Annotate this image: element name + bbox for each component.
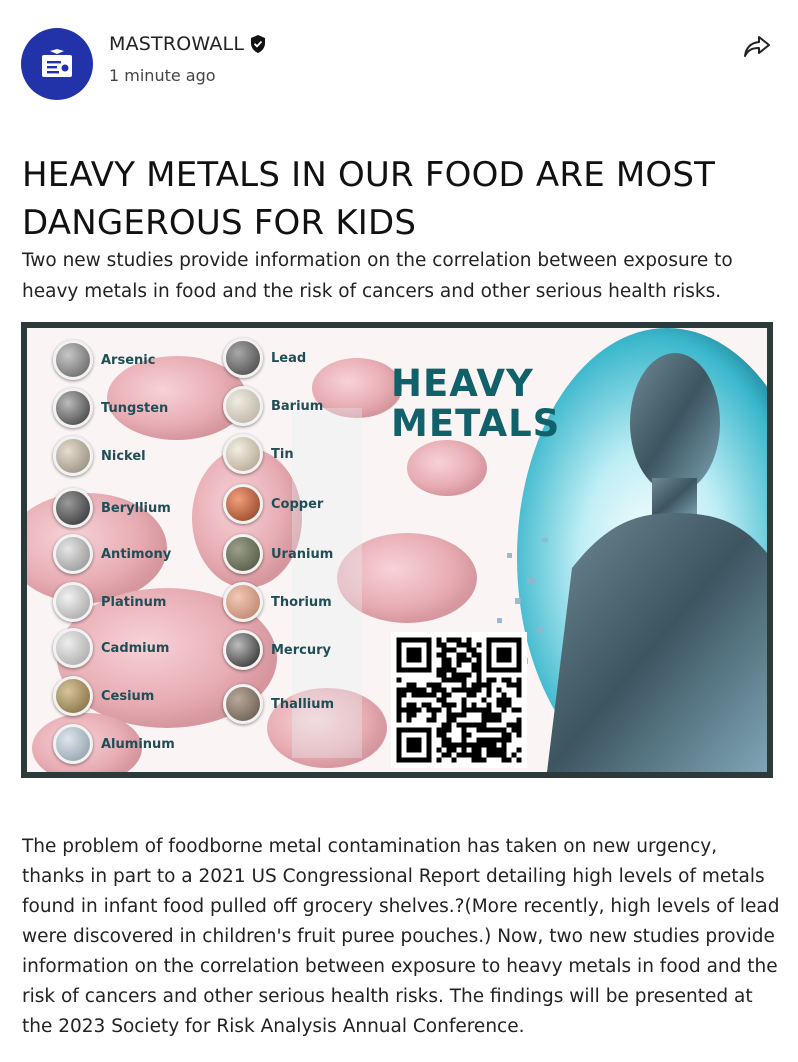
metal-label: Nickel bbox=[101, 448, 146, 464]
metal-item-aluminum: Aluminum bbox=[53, 724, 175, 764]
post-timestamp: 1 minute ago bbox=[109, 66, 216, 85]
thallium-sample-icon bbox=[223, 684, 263, 724]
thorium-sample-icon bbox=[223, 582, 263, 622]
metal-item-nickel: Nickel bbox=[53, 436, 146, 476]
metal-item-thallium: Thallium bbox=[223, 684, 334, 724]
tin-sample-icon bbox=[223, 434, 263, 474]
metal-label: Cadmium bbox=[101, 640, 170, 656]
copper-sample-icon bbox=[223, 484, 263, 524]
antimony-sample-icon bbox=[53, 534, 93, 574]
share-button[interactable] bbox=[742, 34, 772, 60]
aluminum-sample-icon bbox=[53, 724, 93, 764]
metal-item-cesium: Cesium bbox=[53, 676, 154, 716]
arsenic-sample-icon bbox=[53, 340, 93, 380]
uranium-sample-icon bbox=[223, 534, 263, 574]
metal-item-tin: Tin bbox=[223, 434, 294, 474]
metal-label: Lead bbox=[271, 350, 307, 366]
cadmium-sample-icon bbox=[53, 628, 93, 668]
barium-sample-icon bbox=[223, 386, 263, 426]
metal-item-platinum: Platinum bbox=[53, 582, 166, 622]
author-name[interactable]: MASTROWALL bbox=[109, 33, 244, 55]
share-arrow-icon bbox=[744, 36, 770, 57]
qr-code-icon bbox=[396, 637, 522, 763]
author-name-row: MASTROWALL bbox=[109, 33, 266, 55]
metal-item-tungsten: Tungsten bbox=[53, 388, 168, 428]
article-body: The problem of foodborne metal contamina… bbox=[22, 835, 780, 1037]
metal-label: Mercury bbox=[271, 642, 332, 658]
author-avatar[interactable] bbox=[21, 28, 93, 100]
metal-item-mercury: Mercury bbox=[223, 630, 331, 670]
metal-item-beryllium: Beryllium bbox=[53, 488, 171, 528]
nickel-sample-icon bbox=[53, 436, 93, 476]
metal-label: Cesium bbox=[101, 688, 155, 704]
metal-item-uranium: Uranium bbox=[223, 534, 333, 574]
metal-label: Aluminum bbox=[101, 736, 175, 752]
metal-label: Tungsten bbox=[101, 400, 169, 416]
metal-label: Barium bbox=[271, 398, 324, 414]
certificate-icon bbox=[42, 49, 72, 77]
metal-item-thorium: Thorium bbox=[223, 582, 332, 622]
metal-label: Uranium bbox=[271, 546, 334, 562]
article-title: HEAVY METALS IN OUR FOOD ARE MOST DANGER… bbox=[22, 154, 716, 243]
metal-item-copper: Copper bbox=[223, 484, 323, 524]
metal-item-antimony: Antimony bbox=[53, 534, 171, 574]
tungsten-sample-icon bbox=[53, 388, 93, 428]
mercury-sample-icon bbox=[223, 630, 263, 670]
lead-sample-icon bbox=[223, 338, 263, 378]
metal-label: Arsenic bbox=[101, 352, 156, 368]
article-subtitle: Two new studies provide information on t… bbox=[22, 249, 733, 302]
metal-item-arsenic: Arsenic bbox=[53, 340, 155, 380]
hero-heading-line1: HEAVY bbox=[391, 362, 534, 405]
metal-label: Tin bbox=[271, 446, 294, 462]
qr-code[interactable] bbox=[391, 632, 527, 768]
platinum-sample-icon bbox=[53, 582, 93, 622]
metal-label: Thallium bbox=[271, 696, 335, 712]
hero-image: Arsenic Tungsten Nickel Beryllium Antimo… bbox=[21, 322, 773, 778]
hero-heading-line2: METALS bbox=[391, 402, 561, 445]
cesium-sample-icon bbox=[53, 676, 93, 716]
shield-badge-icon bbox=[251, 35, 266, 53]
hero-heading: HEAVY METALS bbox=[391, 364, 560, 444]
metal-label: Antimony bbox=[101, 546, 172, 562]
metal-label: Thorium bbox=[271, 594, 332, 610]
metal-label: Beryllium bbox=[101, 500, 171, 516]
metal-item-barium: Barium bbox=[223, 386, 323, 426]
beryllium-sample-icon bbox=[53, 488, 93, 528]
metal-item-lead: Lead bbox=[223, 338, 306, 378]
metal-item-cadmium: Cadmium bbox=[53, 628, 169, 668]
metal-label: Platinum bbox=[101, 594, 167, 610]
metal-label: Copper bbox=[271, 496, 324, 512]
